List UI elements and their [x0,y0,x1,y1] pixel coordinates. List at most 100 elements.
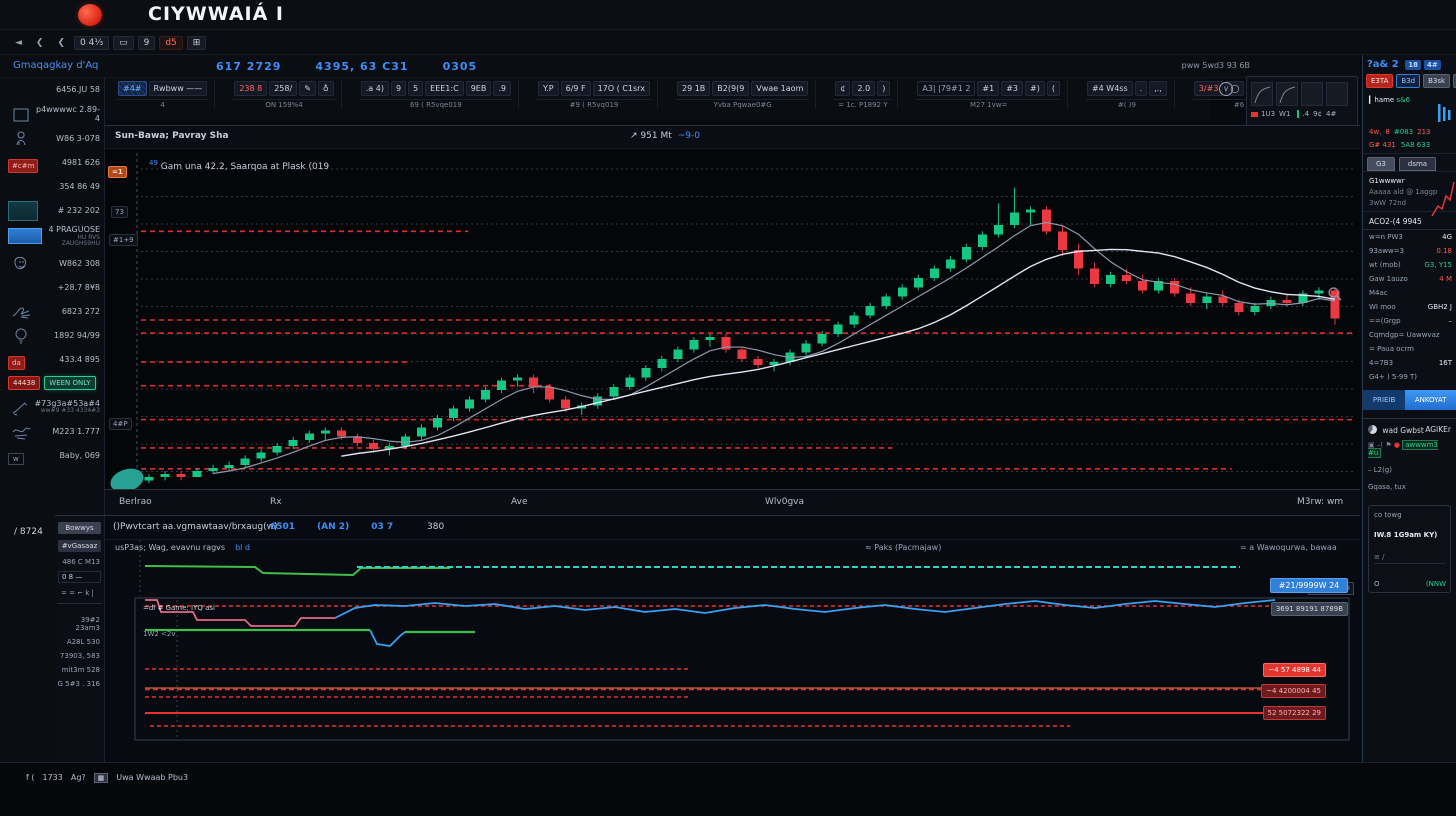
mini-thumb-1[interactable] [1276,82,1298,106]
rightbar-subtab-1[interactable]: dsma [1399,157,1436,171]
magnifier-icon[interactable] [1327,286,1343,302]
order-box[interactable]: co towg IW.8 1G9am KY) ≡ / O (NNW [1368,505,1451,593]
alert-tag-3[interactable]: 52 5072322 29 [1263,706,1326,720]
nav-button-2[interactable]: ❮ [52,37,70,49]
toolbar-button-6-3[interactable]: #) [1025,81,1045,96]
sidebar-item-6[interactable]: 4 PRAGUOSEHU RVS ZAUGHS9HU [0,222,104,251]
rightbar-button-2[interactable]: B3sk [1423,74,1450,88]
sidebar-teal-button[interactable]: WEEN ONLY [44,376,95,390]
nav-button-7[interactable]: ⊞ [187,36,207,50]
indicator-panel-2[interactable]: =di # Game; IYQ asi 1W2 <2v [105,596,1360,761]
sidebar-item-12[interactable]: 44438 WEEN ONLY [0,371,104,395]
sidebar-red-button[interactable]: 44438 [8,376,40,390]
toolbar-button-0-1[interactable]: Rwbww —— [149,81,208,96]
leftcol-item-0[interactable]: 39#2 23am3 [55,610,104,632]
order-box-right[interactable]: (NNW [1426,580,1446,588]
sidebar-item-11[interactable]: da433.4 895 [0,347,104,371]
edge-badge-orange[interactable]: =1 [108,166,127,178]
toolbar-button-5-0[interactable]: ¢ [835,81,850,96]
dropdown-second[interactable]: #vGasaaz [58,540,101,552]
rightbar-button-1[interactable]: B3d [1396,74,1420,88]
toolbar-button-1-0[interactable]: 238 8 [234,81,267,96]
axis-label-2[interactable]: Ave [511,497,528,507]
toolbar-button-7-0[interactable]: #4 W4ss [1087,81,1133,96]
toolbar-button-1-2[interactable]: ✎ [299,81,316,96]
sidebar-item-13[interactable]: #73g3a#53a#4ww#9 #33 4334#3 [0,395,104,419]
main-chart-panel[interactable]: Sun-Bawa; Pavray Sha ↗ 951 Mt~9-0 49 Gam… [105,125,1360,515]
sidebar-item-4[interactable]: 354 86 49 [0,174,104,198]
sidebar-item-10[interactable]: 1892 94/99 [0,323,104,347]
edge-badge-1[interactable]: 73 [111,206,128,218]
sidebar-item-9[interactable]: 6823 272 [0,299,104,323]
price-tag-blue[interactable]: #21/9999W 24 [1270,578,1348,593]
toolbar-button-2-0[interactable]: .a 4) [361,81,389,96]
bottom-header-2[interactable]: AGIKEr [1425,425,1451,434]
axis-label-4[interactable]: M3rw: wm [1297,497,1343,507]
alert-tag-2[interactable]: ~4 4200004 45 [1261,684,1326,698]
edge-badge-3[interactable]: 4#P [109,418,132,430]
leftcol-item-2[interactable]: 73903, 583 [55,646,104,660]
toolbar-button-2-5[interactable]: .9 [493,81,511,96]
sidebar-item-3[interactable]: #c#m4981 626 [0,150,104,174]
sidebar-item-8[interactable]: +28.7 8¥8 [0,275,104,299]
toolbar-button-6-4[interactable]: ( [1047,81,1060,96]
nav-button-3[interactable]: 0 4⅓ [74,36,109,50]
leftcol-input[interactable]: 0 8 — [58,571,101,583]
record-icon[interactable]: ● [1394,441,1400,449]
rightbar-chip-1[interactable]: 4# [1424,60,1441,70]
toolbar-button-4-2[interactable]: Vwae 1aom [751,81,808,96]
toolbar-button-3-0[interactable]: Y.P [538,81,559,96]
alert-tag-1[interactable]: ~4 57 4898 44 [1263,663,1326,677]
rightbar-button-0[interactable]: E3TA [1366,74,1393,88]
leftcol-item-1[interactable]: A28L 530 [55,632,104,646]
toolbar-button-6-0[interactable]: A3| |79#1 2 [917,81,975,96]
rightbar-chip-0[interactable]: 18 [1405,60,1421,70]
cta-right[interactable]: ANKOYAT [1405,390,1456,410]
watchlist[interactable]: ▎hame s&6 4w,8#083213 G# 4315A8 633 [1363,90,1456,154]
toolbar-button-2-2[interactable]: 5 [408,81,423,96]
toolbar-button-5-2[interactable]: ) [877,81,890,96]
sidebar-item-15[interactable]: wBaby, 069 [0,443,104,467]
toolbar-button-6-1[interactable]: #1 [977,81,999,96]
toolbar-button-2-3[interactable]: EEE1:C [425,81,464,96]
axis-label-3[interactable]: Wlv0gva [765,497,804,507]
toolbar-button-3-2[interactable]: 17O ( C1srx [593,81,650,96]
bottom-icon-row[interactable]: ▣ –( ⚑ ● awwwm3 #u [1368,441,1453,457]
rightbar-subtab-0[interactable]: G3 [1367,157,1395,171]
rightbar-tabs-title[interactable]: ?a& 2 [1367,59,1399,70]
help-icon[interactable]: v [1219,82,1233,96]
price-tag-gray[interactable]: 3691 89191 8789B [1271,602,1348,616]
sidebar-item-5[interactable]: # 232 202 [0,198,104,222]
axis-label-1[interactable]: Rx [270,497,282,507]
toolbar-button-5-1[interactable]: 2.0 [852,81,875,96]
dropdown-top[interactable]: Bowwys [58,522,101,534]
toolbar-button-7-1[interactable]: . [1135,81,1148,96]
sidebar-item-7[interactable]: W862 308 [0,251,104,275]
toolbar-button-0-0[interactable]: #4# [118,81,147,96]
nav-button-4[interactable]: ▭ [113,36,134,50]
sidebar-item-1[interactable]: p4wwwwc 2.89-4 [0,102,104,126]
candlestick-chart[interactable] [105,149,1360,489]
toolbar-button-6-2[interactable]: #3 [1001,81,1023,96]
nav-button-5[interactable]: 9 [138,36,156,50]
leftcol-item-4[interactable]: G 5#3 . 316 [55,674,104,688]
toolbar-button-4-0[interactable]: 29 1B [677,81,710,96]
mini-thumb-3[interactable] [1326,82,1348,106]
toolbar-button-2-1[interactable]: 9 [391,81,406,96]
sidebar-item-14[interactable]: M223 1.777 [0,419,104,443]
order-box-left[interactable]: O [1374,580,1380,588]
mini-thumb-2[interactable] [1301,82,1323,106]
nav-button-6[interactable]: d5 [159,36,182,50]
chart-header-tag[interactable]: ~9-0 [678,131,700,141]
cta-button[interactable]: PRIEIB ANKOYAT [1363,390,1456,410]
toolbar-button-4-1[interactable]: B2(9(9 [712,81,749,96]
sidebar-item-2[interactable]: W86 3-078 [0,126,104,150]
leftcol-item-3[interactable]: mit3m 528 [55,660,104,674]
toolbar-button-7-2[interactable]: ,., [1149,81,1167,96]
mini-thumb-0[interactable] [1251,82,1273,106]
edge-badge-2[interactable]: #1+9 [109,234,138,246]
flag-icon[interactable]: ⚑ [1385,441,1391,449]
axis-label-0[interactable]: Berlrao [119,497,152,507]
toolbar-button-2-4[interactable]: 9EB [466,81,492,96]
nav-button-0[interactable]: ◄ [10,37,27,49]
